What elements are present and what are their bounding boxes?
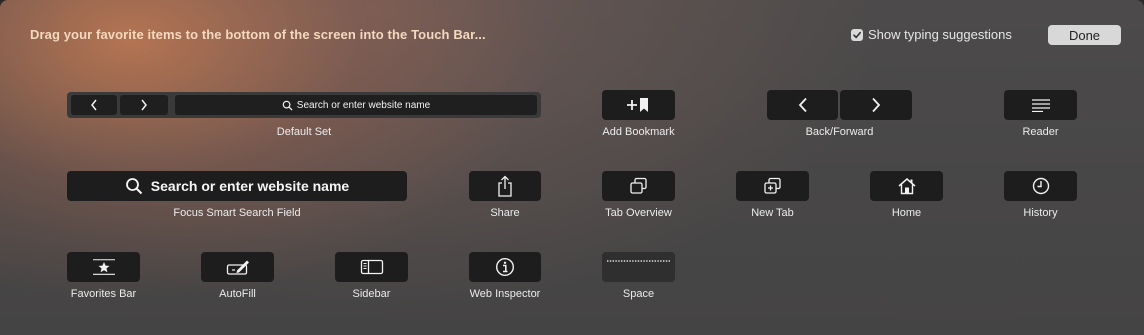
tab-overview-icon — [629, 177, 647, 194]
sidebar-item[interactable] — [335, 252, 408, 282]
show-typing-suggestions-label: Show typing suggestions — [868, 27, 1012, 42]
touch-bar-customization-panel: Drag your favorite items to the bottom o… — [0, 0, 1144, 335]
checkbox[interactable] — [851, 28, 863, 41]
focus-search-label: Focus Smart Search Field — [173, 207, 301, 219]
favorites-bar-label: Favorites Bar — [70, 288, 137, 300]
add-bookmark-icon — [626, 98, 648, 112]
show-typing-suggestions-toggle[interactable]: Show typing suggestions — [851, 27, 1012, 42]
autofill-label: AutoFill — [219, 288, 256, 300]
new-tab-label: New Tab — [751, 207, 794, 219]
instruction-text: Drag your favorite items to the bottom o… — [30, 27, 486, 42]
space-item[interactable] — [602, 252, 675, 282]
chevron-right-icon — [141, 99, 147, 111]
autofill-icon — [226, 260, 249, 275]
web-inspector-item[interactable] — [469, 252, 541, 282]
search-placeholder-big: Search or enter website name — [150, 178, 350, 194]
tab-overview-label: Tab Overview — [605, 207, 672, 219]
share-label: Share — [490, 207, 520, 219]
favorites-bar-icon — [92, 259, 115, 275]
sidebar-icon — [360, 259, 383, 275]
share-item[interactable] — [469, 171, 541, 201]
history-icon — [1032, 177, 1049, 195]
checkmark-icon — [853, 31, 861, 38]
search-placeholder-small: Search or enter website name — [296, 99, 431, 111]
search-icon — [125, 178, 142, 195]
new-tab-icon — [763, 177, 781, 194]
home-icon — [898, 178, 915, 195]
reader-icon — [1031, 99, 1050, 112]
home-label: Home — [891, 207, 922, 219]
forward-mini-key — [120, 95, 168, 115]
search-icon — [282, 100, 293, 111]
default-set-label: Default Set — [276, 126, 332, 138]
space-label: Space — [622, 288, 655, 300]
chevron-right-icon — [872, 97, 881, 113]
back-forward-label: Back/Forward — [805, 126, 874, 138]
sidebar-label: Sidebar — [352, 288, 391, 300]
history-label: History — [1023, 207, 1058, 219]
done-button[interactable]: Done — [1048, 25, 1121, 45]
forward-key[interactable] — [840, 90, 912, 120]
chevron-left-icon — [91, 99, 97, 111]
default-set-item[interactable]: Search or enter website name — [67, 92, 541, 118]
home-item[interactable] — [870, 171, 943, 201]
add-bookmark-item[interactable] — [602, 90, 675, 120]
autofill-item[interactable] — [201, 252, 274, 282]
chevron-left-icon — [798, 97, 807, 113]
tab-overview-item[interactable] — [602, 171, 675, 201]
dotted-line-icon — [606, 260, 671, 262]
back-mini-key — [71, 95, 117, 115]
back-key[interactable] — [767, 90, 838, 120]
add-bookmark-label: Add Bookmark — [602, 126, 675, 138]
info-icon — [495, 257, 515, 277]
search-mini-key: Search or enter website name — [175, 95, 537, 115]
new-tab-item[interactable] — [736, 171, 809, 201]
share-icon — [498, 175, 512, 197]
web-inspector-label: Web Inspector — [469, 288, 541, 300]
reader-label: Reader — [1022, 126, 1059, 138]
favorites-bar-item[interactable] — [67, 252, 140, 282]
focus-search-item[interactable]: Search or enter website name — [67, 171, 407, 201]
history-item[interactable] — [1004, 171, 1077, 201]
reader-item[interactable] — [1004, 90, 1077, 120]
